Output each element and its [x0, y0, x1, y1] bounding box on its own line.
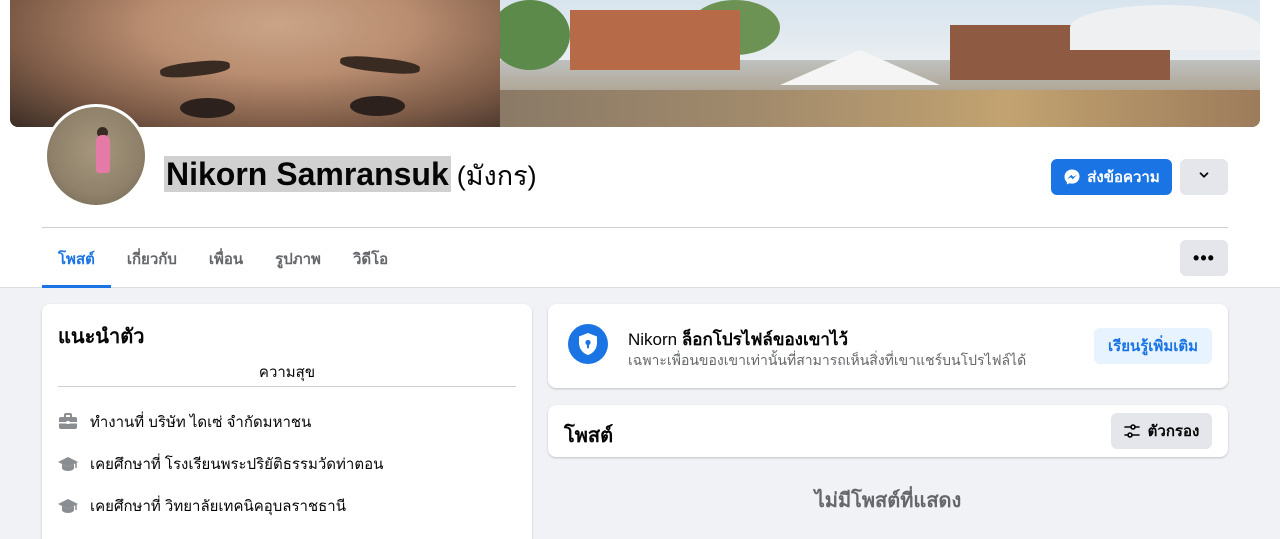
tab-friends[interactable]: เพื่อน — [193, 230, 259, 288]
intro-item-text: เคยศึกษาที่ วิทยาลัยเทคนิคอุบลราชธานี — [90, 498, 346, 515]
locked-profile-title: Nikorn ล็อกโปรไฟล์ของเขาไว้ — [628, 326, 848, 353]
posts-header-card: โพสต์ ตัวกรอง — [548, 405, 1228, 457]
intro-bio: ความสุข — [258, 364, 316, 381]
profile-name-heading: Nikorn Samransuk (มังกร) — [164, 152, 537, 196]
tab-photos[interactable]: รูปภาพ — [259, 230, 337, 288]
intro-item-work: ทำงานที่ บริษัท ไดเซ่ จำกัดมหาชน — [58, 410, 311, 434]
profile-tabs: โพสต์ เกี่ยวกับ เพื่อน รูปภาพ วิดีโอ — [42, 230, 404, 288]
intro-item-text: เคยศึกษาที่ โรงเรียนพระปริยัติธรรมวัดท่า… — [90, 456, 384, 473]
more-dots-icon: ••• — [1193, 247, 1215, 268]
locked-profile-description: เฉพาะเพื่อนของเขาเท่านั้นที่สามารถเห็นสิ… — [628, 352, 1027, 368]
send-message-button[interactable]: ส่งข้อความ — [1051, 159, 1172, 195]
intro-item-text: ทำงานที่ บริษัท ไดเซ่ จำกัดมหาชน — [90, 414, 312, 431]
learn-more-button[interactable]: เรียนรู้เพิ่มเติม — [1094, 328, 1212, 364]
intro-item-education: เคยศึกษาที่ โรงเรียนพระปริยัติธรรมวัดท่า… — [58, 452, 383, 476]
intro-item-education: เคยศึกษาที่ วิทยาลัยเทคนิคอุบลราชธานี — [58, 494, 346, 518]
messenger-icon — [1063, 168, 1081, 186]
tab-videos[interactable]: วิดีโอ — [337, 230, 404, 288]
locked-profile-notice: Nikorn ล็อกโปรไฟล์ของเขาไว้ เฉพาะเพื่อนข… — [548, 304, 1228, 388]
intro-title: แนะนำตัว — [58, 326, 145, 348]
posts-title: โพสต์ — [564, 425, 614, 447]
send-message-label: ส่งข้อความ — [1087, 169, 1160, 186]
intro-divider — [58, 386, 516, 387]
filter-sliders-icon — [1123, 423, 1140, 439]
header-divider — [42, 227, 1228, 228]
profile-name: Nikorn Samransuk — [164, 156, 451, 192]
profile-avatar[interactable] — [44, 104, 148, 208]
tab-more-button[interactable]: ••• — [1180, 240, 1228, 276]
chevron-down-icon — [1197, 168, 1211, 187]
intro-card: แนะนำตัว ความสุข ทำงานที่ บริษัท ไดเซ่ จ… — [42, 304, 532, 539]
graduation-cap-icon — [58, 454, 78, 474]
no-posts-message: ไม่มีโพสต์ที่แสดง — [814, 490, 962, 512]
filter-label: ตัวกรอง — [1147, 423, 1200, 440]
briefcase-icon — [58, 412, 78, 432]
shield-lock-icon — [568, 324, 608, 364]
graduation-cap-icon — [58, 496, 78, 516]
filter-button[interactable]: ตัวกรอง — [1111, 413, 1212, 449]
tab-posts[interactable]: โพสต์ — [42, 230, 111, 288]
tab-about[interactable]: เกี่ยวกับ — [111, 230, 193, 288]
profile-options-dropdown-button[interactable] — [1180, 159, 1228, 195]
locked-profile-owner: Nikorn — [628, 330, 678, 349]
profile-alternate-name: (มังกร) — [456, 161, 537, 191]
cover-photo[interactable] — [10, 0, 1260, 127]
locked-profile-status: ล็อกโปรไฟล์ของเขาไว้ — [681, 330, 849, 349]
